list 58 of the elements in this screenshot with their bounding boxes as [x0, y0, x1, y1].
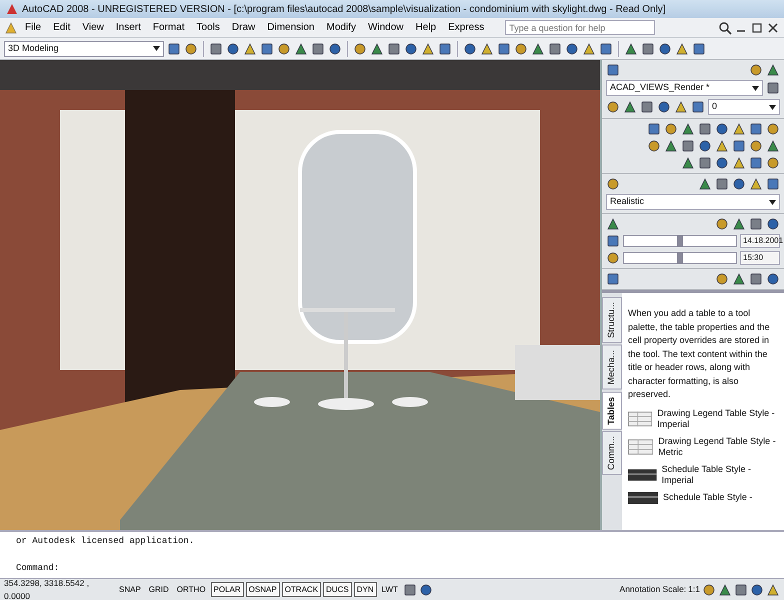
annotation-scale-label: Annotation Scale: — [620, 583, 686, 596]
slider-thumb[interactable] — [677, 235, 683, 247]
search-icon[interactable] — [718, 20, 732, 34]
menu-item[interactable]: Express — [443, 20, 490, 36]
visual-style-name: Realistic — [610, 195, 644, 208]
tool-label[interactable]: Schedule Table Style - — [663, 492, 752, 503]
reading-field[interactable]: 15:30 — [740, 251, 780, 265]
view-dropdown[interactable]: ACAD_VIEWS_Render * — [606, 80, 763, 96]
palette-tab[interactable]: Structu... — [602, 297, 622, 344]
tool-label[interactable]: Drawing Legend Table Style - Metric — [658, 436, 780, 458]
status-toggle[interactable]: SNAP — [116, 582, 144, 597]
dropdown-arrow-icon[interactable] — [752, 86, 759, 90]
table-icon[interactable] — [628, 492, 658, 504]
tool-label[interactable]: Drawing Legend Table Style - Imperial — [657, 408, 780, 430]
menu-item[interactable]: File — [20, 20, 46, 36]
menu-item[interactable]: Edit — [48, 20, 76, 36]
window-title: AutoCAD 2008 - UNREGISTERED VERSION - [c:\program files\autocad 2008\sample\visualization - condominium with skylight.dwg - Read Only] — [22, 2, 666, 16]
menu-item[interactable]: Dimension — [262, 20, 320, 36]
help-search-field[interactable]: Type a question for help — [505, 20, 656, 35]
status-toggle[interactable]: DUCS — [323, 582, 352, 597]
layer-name: 0 — [712, 100, 718, 114]
menu-item[interactable]: Tools — [192, 20, 225, 36]
status-toggle[interactable]: POLAR — [210, 582, 244, 597]
dropdown-arrow-icon[interactable] — [769, 104, 776, 110]
menu-item[interactable]: Window — [362, 20, 409, 36]
table-icon[interactable] — [628, 468, 657, 480]
status-toggle[interactable]: GRID — [146, 582, 172, 597]
workspace-dropdown[interactable]: 3D Modeling — [4, 40, 164, 56]
menu-item[interactable]: Insert — [110, 20, 146, 36]
menu-item[interactable]: Draw — [226, 20, 260, 36]
coordinates: 354.3298, 3318.5542 , 0.0000 — [4, 576, 90, 600]
dropdown-arrow-icon[interactable] — [769, 200, 776, 204]
status-toggle[interactable]: DYN — [354, 582, 377, 597]
annotation-scale-value[interactable]: 1:1 — [688, 583, 700, 596]
status-toggle[interactable]: OSNAP — [246, 582, 280, 597]
close-icon[interactable] — [766, 20, 780, 34]
dropdown-arrow-icon[interactable] — [153, 46, 160, 51]
status-toggle[interactable]: LWT — [378, 582, 401, 597]
status-toggle[interactable]: ORTHO — [174, 582, 209, 597]
status-toggle[interactable]: OTRACK — [282, 582, 322, 597]
view-name: ACAD_VIEWS_Render * — [610, 81, 710, 94]
menu-item[interactable]: View — [77, 20, 109, 36]
palette-tab[interactable]: Comm... — [602, 431, 622, 476]
menu-item[interactable]: Format — [148, 20, 190, 36]
menu-item[interactable]: Help — [410, 20, 442, 36]
command-history-line: or Autodesk licensed application. — [16, 535, 196, 548]
menu-item[interactable]: Modify — [322, 20, 361, 36]
palette-description: When you add a table to a tool palette, the table properties and the cell property overrides are stored in the tool. The text content within the title or header rows, along with character formatting, is also preserved. — [628, 307, 771, 401]
slider-thumb[interactable] — [677, 252, 683, 264]
visual-style-dropdown[interactable]: Realistic — [606, 194, 780, 210]
app-logo-icon — [6, 3, 18, 15]
layer-dropdown[interactable]: 0 — [708, 99, 780, 115]
palette-tab[interactable]: Tables — [602, 392, 622, 430]
palette-tab[interactable]: Mecha... — [602, 345, 622, 390]
command-prompt[interactable]: Command: — [16, 562, 768, 575]
restore-icon[interactable] — [750, 20, 764, 34]
tool-label[interactable]: Schedule Table Style - Imperial — [662, 464, 780, 486]
workspace-label: 3D Modeling — [8, 42, 59, 55]
